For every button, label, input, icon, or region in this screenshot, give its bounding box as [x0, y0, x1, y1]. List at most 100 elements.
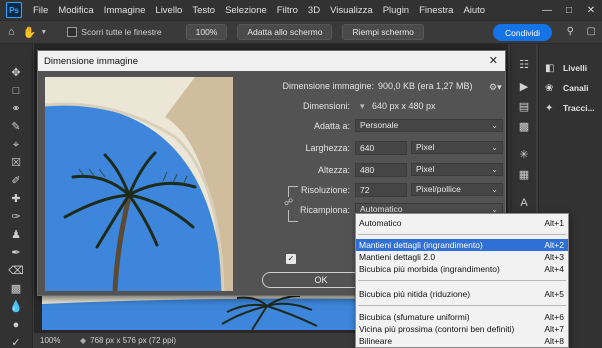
menu-finestra[interactable]: Finestra: [414, 5, 458, 16]
resolution-unit-select[interactable]: Pixel/pollice ⌄: [411, 183, 503, 196]
paths-icon: ✦: [545, 102, 554, 114]
menu-divider: [358, 305, 566, 306]
maximize-icon[interactable]: □: [558, 5, 580, 16]
link-icon[interactable]: ☍: [283, 197, 294, 210]
option-shortcut: Alt+5: [544, 289, 564, 299]
dialog-title-bar[interactable]: Dimensione immagine ✕: [38, 51, 505, 71]
chevron-down-icon: ⌄: [491, 143, 498, 152]
menu-selezione[interactable]: Selezione: [220, 5, 272, 16]
panel-layers[interactable]: ◧ Livelli: [545, 60, 587, 76]
panel-channels-label: Canali: [563, 83, 589, 93]
status-doc-info: 768 px x 576 px (72 ppi): [90, 336, 176, 345]
gear-icon[interactable]: ⚙▾: [489, 82, 502, 93]
close-icon[interactable]: ✕: [489, 54, 498, 67]
crop-tool-icon[interactable]: ⌖: [8, 138, 24, 152]
dimensions-toggle-icon[interactable]: ▾: [360, 101, 365, 112]
menu-testo[interactable]: Testo: [187, 5, 220, 16]
brush-tool-icon[interactable]: ✑: [8, 210, 24, 224]
option-label: Bicubica più morbida (ingrandimento): [359, 264, 500, 274]
menu-plugin[interactable]: Plugin: [378, 5, 414, 16]
blur-tool-icon[interactable]: 💧: [8, 300, 24, 314]
width-unit-value: Pixel: [416, 142, 435, 152]
frame-tool-icon[interactable]: ☒: [8, 156, 24, 170]
properties-icon[interactable]: ▤: [517, 100, 531, 114]
option-shortcut: Alt+6: [544, 312, 564, 322]
panel-paths[interactable]: ✦ Tracci...: [545, 100, 595, 116]
resolution-input[interactable]: 72: [355, 183, 407, 197]
resolution-label: Risoluzione:: [300, 185, 350, 195]
width-input[interactable]: 640: [355, 141, 407, 155]
marquee-tool-icon[interactable]: □: [8, 84, 24, 98]
paint-bucket-tool-icon[interactable]: ▩: [8, 282, 24, 296]
menu-immagine[interactable]: Immagine: [99, 5, 151, 16]
brush-settings-icon[interactable]: ✳: [517, 148, 531, 162]
height-unit-select[interactable]: Pixel ⌄: [411, 163, 503, 176]
home-icon[interactable]: ⌂: [8, 26, 15, 38]
resample-option[interactable]: Bicubica (sfumature uniformi) Alt+6: [356, 311, 568, 323]
layers-icon: ◧: [545, 62, 555, 74]
image-preview[interactable]: [45, 77, 233, 291]
lasso-tool-icon[interactable]: ⚭: [8, 102, 24, 116]
menu-modifica[interactable]: Modifica: [53, 5, 98, 16]
status-menu-icon[interactable]: ◆: [80, 336, 86, 345]
option-shortcut: Alt+3: [544, 252, 564, 262]
resample-checkbox[interactable]: ✓: [286, 254, 296, 264]
paragraph-icon[interactable]: A: [517, 196, 531, 210]
image-size-value: 900,0 KB (era 1,27 MB): [378, 81, 473, 91]
resample-option[interactable]: Bicubica più nitida (riduzione) Alt+5: [356, 288, 568, 300]
status-zoom[interactable]: 100%: [40, 336, 76, 345]
quick-selection-tool-icon[interactable]: ✎: [8, 120, 24, 134]
menu-livello[interactable]: Livello: [150, 5, 187, 16]
dodge-tool-icon[interactable]: ●: [8, 318, 24, 332]
width-unit-select[interactable]: Pixel ⌄: [411, 141, 503, 154]
image-size-label: Dimensione immagine:: [282, 81, 374, 91]
option-shortcut: Alt+4: [544, 264, 564, 274]
move-tool-icon[interactable]: ✥: [8, 66, 24, 80]
fit-screen-button[interactable]: Adatta allo schermo: [237, 24, 333, 40]
menu-divider: [358, 234, 566, 235]
menu-divider: [358, 280, 566, 281]
panel-paths-label: Tracci...: [563, 103, 595, 113]
close-window-icon[interactable]: ✕: [580, 5, 602, 16]
eraser-tool-icon[interactable]: ⌫: [8, 264, 24, 278]
chevron-down-icon[interactable]: ▼: [40, 29, 47, 36]
height-label: Altezza:: [317, 165, 350, 175]
chevron-down-icon: ⌄: [491, 121, 498, 130]
history-brush-tool-icon[interactable]: ✒: [8, 246, 24, 260]
resample-option[interactable]: Mantieni dettagli 2.0 Alt+3: [356, 251, 568, 263]
history-icon[interactable]: ☷: [517, 58, 531, 72]
histogram-icon[interactable]: ▦: [517, 168, 531, 182]
fit-to-select[interactable]: Personale ⌄: [355, 119, 503, 132]
menu-filtro[interactable]: Filtro: [272, 5, 303, 16]
workspace-icon[interactable]: ▢: [587, 26, 596, 37]
clone-stamp-tool-icon[interactable]: ♟: [8, 228, 24, 242]
chevron-down-icon: ⌄: [491, 185, 498, 194]
comments-icon[interactable]: ▩: [517, 120, 531, 134]
resample-option[interactable]: Bicubica più morbida (ingrandimento) Alt…: [356, 263, 568, 275]
healing-brush-tool-icon[interactable]: ✚: [8, 192, 24, 206]
resample-option[interactable]: Bilineare Alt+8: [356, 335, 568, 347]
resample-option[interactable]: Mantieni dettagli (ingrandimento) Alt+2: [356, 239, 568, 251]
eyedropper-tool-icon[interactable]: ✐: [8, 174, 24, 188]
resample-option[interactable]: Vicina più prossima (contorni ben defini…: [356, 323, 568, 335]
option-shortcut: Alt+1: [544, 218, 564, 228]
photoshop-logo[interactable]: Ps: [6, 2, 22, 18]
zoom-100-button[interactable]: 100%: [185, 24, 228, 40]
fill-screen-button[interactable]: Riempi schermo: [342, 24, 424, 40]
menu-visualizza[interactable]: Visualizza: [325, 5, 378, 16]
play-actions-icon[interactable]: ▶: [517, 80, 531, 94]
pen-tool-icon[interactable]: ✓: [8, 336, 24, 348]
share-button[interactable]: Condividi: [493, 24, 552, 41]
search-icon[interactable]: ⚲: [567, 26, 574, 37]
menu-file[interactable]: File: [28, 5, 53, 16]
menu-3d[interactable]: 3D: [303, 5, 325, 16]
hand-tool-icon[interactable]: ✋: [23, 26, 37, 39]
panel-channels[interactable]: ❀ Canali: [545, 80, 589, 96]
resample-option[interactable]: Automatico Alt+1: [356, 217, 568, 229]
height-input[interactable]: 480: [355, 163, 407, 177]
option-label: Bilineare: [359, 336, 393, 346]
menu-aiuto[interactable]: Aiuto: [458, 5, 490, 16]
minimize-icon[interactable]: —: [536, 5, 558, 16]
resample-dropdown: Automatico Alt+1 Mantieni dettagli (ingr…: [355, 213, 569, 348]
scroll-all-windows-checkbox[interactable]: [67, 27, 78, 37]
